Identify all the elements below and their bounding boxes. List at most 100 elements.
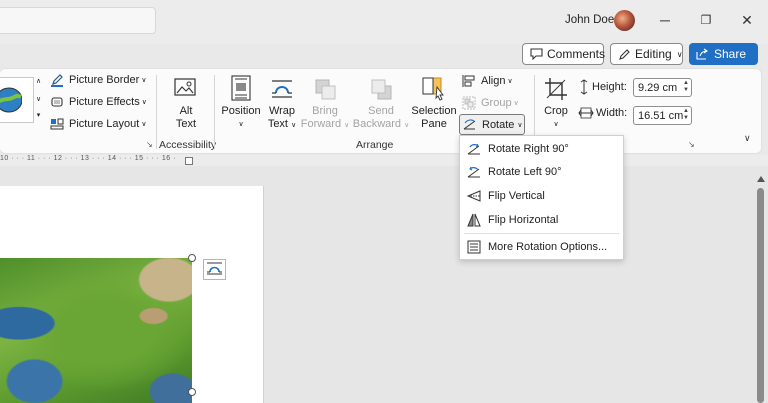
ribbon: ∧ ∨ ▾ Picture Border ∨ Picture Effects ∨… (0, 68, 762, 154)
selection-pane-icon (411, 75, 457, 101)
selection-pane-label-2: Pane (421, 118, 447, 130)
rotate-left-label: Rotate Left 90° (488, 166, 562, 178)
size-dialog-launcher[interactable]: ↘ (688, 140, 695, 149)
wrap-text-label-1: Wrap (268, 105, 296, 117)
resize-handle-top-right[interactable] (188, 254, 196, 262)
indent-marker-icon[interactable] (185, 157, 193, 165)
menu-item-flip-horizontal[interactable]: Flip Horizontal (460, 209, 623, 231)
wrap-text-icon (206, 261, 223, 278)
more-rotation-options-label: More Rotation Options... (488, 241, 608, 253)
comment-icon (530, 48, 543, 60)
restore-icon: ❐ (700, 13, 712, 27)
selection-pane-button[interactable]: Selection Pane (411, 75, 457, 131)
rotate-button[interactable]: Rotate ∨ (459, 114, 525, 135)
picture-layout-label: Picture Layout (69, 118, 140, 130)
comments-label: Comments (547, 47, 606, 61)
rotate-right-icon (460, 142, 488, 156)
resize-handle-right[interactable] (188, 388, 196, 396)
bring-forward-label-2: Forward ∨ (300, 118, 350, 130)
comments-button[interactable]: Comments (522, 43, 606, 65)
chevron-down-icon: ∨ (238, 121, 244, 128)
picture-effects-button[interactable]: Picture Effects ∨ (50, 95, 147, 109)
rotate-right-label: Rotate Right 90° (488, 143, 569, 155)
group-divider (214, 75, 215, 149)
flip-horizontal-label: Flip Horizontal (488, 214, 559, 226)
width-stepper[interactable]: ▲ ▼ (683, 108, 689, 122)
menu-item-more-rotation-options[interactable]: More Rotation Options... (460, 236, 623, 258)
height-field[interactable]: 9.29 cm ▲ ▼ (633, 78, 692, 97)
menu-item-rotate-right[interactable]: Rotate Right 90° (460, 138, 623, 160)
scroll-thumb[interactable] (757, 188, 764, 403)
selected-picture[interactable] (0, 258, 192, 403)
position-label: Position (221, 105, 261, 117)
picture-effects-label: Picture Effects (69, 96, 140, 108)
picture-layout-button[interactable]: Picture Layout ∨ (50, 117, 146, 131)
horizontal-ruler[interactable]: 10 · · · 11 · · · 12 · · · 13 · · · 14 ·… (0, 155, 768, 166)
alt-text-button[interactable]: Alt Text (166, 75, 206, 131)
share-button[interactable]: Share (689, 43, 758, 65)
chevron-down-icon: ∨ (141, 77, 147, 84)
picture-styles-gallery[interactable] (0, 77, 34, 123)
picture-border-icon (50, 73, 64, 87)
more-options-icon (460, 240, 488, 254)
height-label: Height: (592, 81, 627, 93)
bring-forward-icon (300, 75, 350, 101)
minimize-button[interactable]: ─ (652, 10, 678, 30)
chevron-down-icon: ∨ (291, 122, 297, 129)
search-input[interactable] (0, 7, 156, 34)
send-backward-label-1: Send (368, 105, 394, 117)
restore-button[interactable]: ❐ (693, 10, 719, 30)
wrap-text-button[interactable]: Wrap Text ∨ (264, 75, 300, 132)
editing-mode-button[interactable]: Editing ∨ (610, 43, 683, 65)
gallery-scroll-down[interactable]: ∨ (34, 95, 43, 109)
crop-button[interactable]: Crop ∨ (540, 75, 572, 131)
height-label-row: Height: (578, 79, 627, 95)
close-button[interactable]: ✕ (734, 10, 760, 30)
scroll-up-icon[interactable] (757, 176, 765, 182)
user-name[interactable]: John Doe (565, 14, 614, 26)
width-label-row: Width: (578, 107, 627, 119)
chevron-down-icon: ∨ (344, 122, 350, 129)
accessibility-group-label: Accessibility (159, 139, 217, 151)
width-icon (578, 107, 594, 119)
selection-pane-label-1: Selection (411, 105, 457, 117)
menu-item-flip-vertical[interactable]: Flip Vertical (460, 185, 623, 207)
rotate-icon (463, 118, 477, 131)
pencil-icon (618, 48, 631, 61)
width-field[interactable]: 16.51 cm ▲ ▼ (633, 106, 692, 125)
position-button[interactable]: Position ∨ (219, 75, 263, 131)
wrap-text-label-2: Text ∨ (267, 118, 297, 130)
gallery-scroll-up[interactable]: ∧ (34, 77, 43, 91)
picture-border-label: Picture Border (69, 74, 140, 86)
send-backward-label-2: Backward ∨ (352, 118, 410, 130)
picture-styles-dialog-launcher[interactable]: ↘ (146, 140, 153, 149)
align-button[interactable]: Align ∨ (462, 74, 513, 88)
gallery-more[interactable]: ▾ (34, 111, 43, 123)
bring-forward-button[interactable]: Bring Forward ∨ (300, 75, 350, 132)
vertical-scrollbar[interactable] (756, 176, 765, 403)
picture-style-icon (0, 87, 22, 113)
alt-text-label-2: Text (175, 118, 197, 130)
arrange-group-label: Arrange (356, 139, 394, 151)
rotate-left-icon (460, 165, 488, 179)
layout-options-button[interactable] (203, 259, 226, 280)
flip-vertical-icon (460, 189, 488, 203)
send-backward-button[interactable]: Send Backward ∨ (352, 75, 410, 132)
menu-item-rotate-left[interactable]: Rotate Left 90° (460, 161, 623, 183)
wrap-text-icon (264, 75, 300, 101)
crop-label: Crop (544, 105, 568, 117)
picture-border-button[interactable]: Picture Border ∨ (50, 73, 146, 87)
ruler-ticks: 10 · · · 11 · · · 12 · · · 13 · · · 14 ·… (0, 155, 176, 162)
group-icon (462, 96, 476, 110)
chevron-down-icon: ∨ (404, 122, 410, 129)
editing-label: Editing (635, 47, 672, 61)
chevron-down-icon: ∨ (513, 100, 519, 107)
flip-vertical-label: Flip Vertical (488, 190, 545, 202)
group-button[interactable]: Group ∨ (462, 96, 519, 110)
height-stepper[interactable]: ▲ ▼ (683, 80, 689, 94)
collapse-ribbon-button[interactable]: ∨ (744, 133, 751, 144)
crop-icon (540, 75, 572, 101)
width-value: 16.51 cm (638, 109, 684, 122)
avatar[interactable] (614, 10, 635, 31)
align-label: Align (481, 75, 506, 87)
